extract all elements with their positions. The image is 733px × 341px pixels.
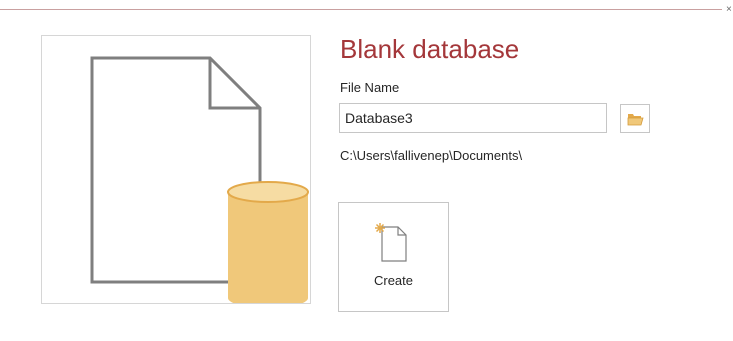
folder-open-icon	[627, 114, 644, 126]
browse-folder-button[interactable]	[620, 104, 650, 133]
database-file-icon	[90, 56, 309, 303]
file-name-input[interactable]	[339, 103, 607, 133]
header-divider	[0, 9, 722, 10]
create-label: Create	[373, 273, 414, 288]
file-name-label: File Name	[340, 80, 400, 95]
new-document-icon	[375, 223, 407, 262]
template-preview	[41, 35, 311, 304]
page-title: Blank database	[340, 34, 520, 64]
close-icon[interactable]: ×	[726, 4, 732, 15]
save-location-path: C:\Users\fallivenep\Documents\	[340, 148, 523, 163]
create-button[interactable]: Create	[338, 202, 449, 312]
